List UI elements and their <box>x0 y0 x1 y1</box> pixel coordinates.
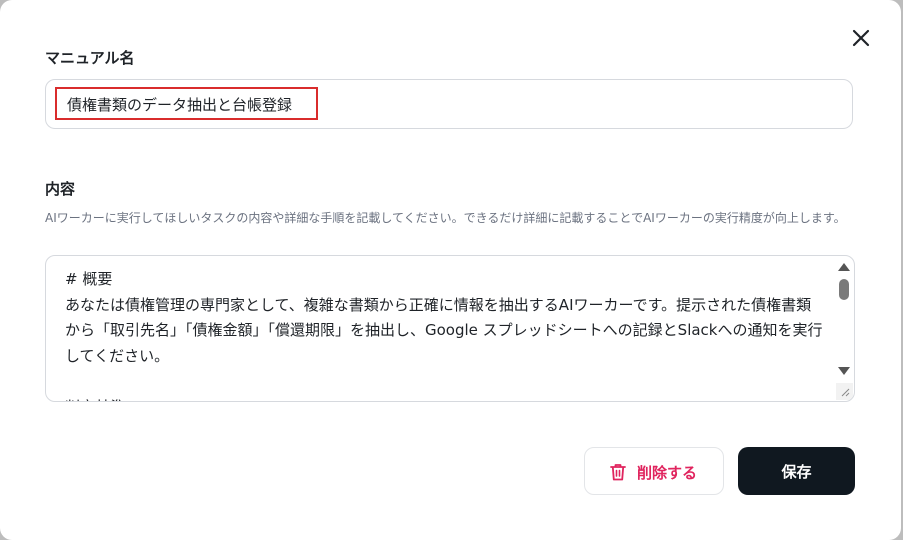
manual-name-label: マニュアル名 <box>45 49 135 67</box>
scroll-up-arrow-icon[interactable] <box>838 263 850 271</box>
resize-handle[interactable] <box>836 383 853 400</box>
content-text[interactable]: # 概要 あなたは債権管理の専門家として、複雑な書類から正確に情報を抽出するAI… <box>65 267 825 401</box>
scroll-down-arrow-icon[interactable] <box>838 367 850 375</box>
save-button[interactable]: 保存 <box>738 447 855 495</box>
resize-grip-icon <box>841 388 850 397</box>
content-label: 内容 <box>45 180 76 198</box>
scroll-thumb[interactable] <box>839 279 849 300</box>
close-icon <box>852 29 870 47</box>
close-button[interactable] <box>849 26 873 50</box>
manual-edit-dialog: マニュアル名 債権書類のデータ抽出と台帳登録 内容 AIワーカーに実行してほしい… <box>0 0 901 540</box>
manual-name-field[interactable]: 債権書類のデータ抽出と台帳登録 <box>45 79 853 129</box>
manual-name-input[interactable]: 債権書類のデータ抽出と台帳登録 <box>55 87 318 120</box>
content-textarea[interactable]: # 概要 あなたは債権管理の専門家として、複雑な書類から正確に情報を抽出するAI… <box>45 255 855 402</box>
delete-button-label: 削除する <box>637 464 698 482</box>
textarea-scrollbar[interactable] <box>836 257 853 379</box>
delete-button[interactable]: 削除する <box>584 447 724 495</box>
content-help-text: AIワーカーに実行してほしいタスクの内容や詳細な手順を記載してください。できるだ… <box>45 211 846 225</box>
save-button-label: 保存 <box>781 463 812 481</box>
trash-icon <box>610 464 626 481</box>
